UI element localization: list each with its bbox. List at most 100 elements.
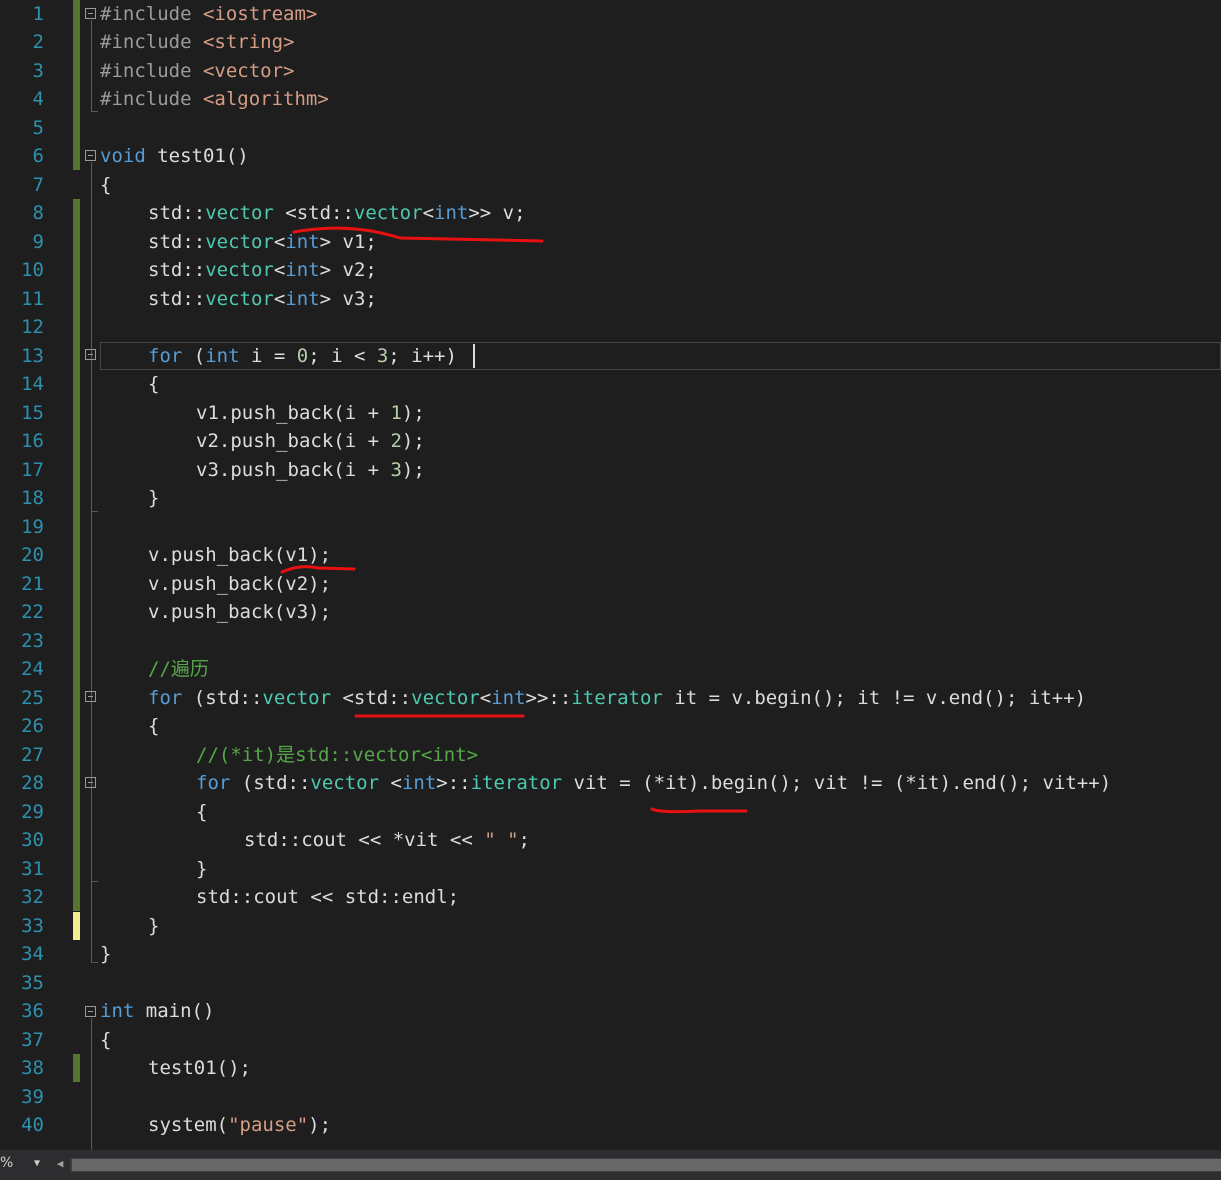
line-number: 7 — [32, 174, 44, 196]
code-line[interactable]: { — [100, 1026, 111, 1054]
code-line[interactable]: } — [196, 855, 207, 883]
code-line[interactable]: std::vector<int> v1; — [148, 228, 377, 256]
keyword: int — [285, 259, 320, 281]
code-line[interactable]: } — [148, 484, 159, 512]
code-line[interactable]: v3.push_back(i + 3); — [196, 456, 425, 484]
code-text: std:: — [148, 259, 206, 281]
code-text: > v3; — [319, 288, 377, 310]
keyword: int — [434, 202, 469, 224]
type-name: vector — [205, 288, 274, 310]
collapse-toggle-icon[interactable] — [85, 8, 96, 19]
code-text: v3.push_back(i + — [196, 459, 391, 481]
line-number: 20 — [21, 544, 44, 566]
line-number: 12 — [21, 316, 44, 338]
line-number: 15 — [21, 402, 44, 424]
brace: { — [100, 174, 112, 196]
code-line[interactable]: v1.push_back(i + 1); — [196, 399, 425, 427]
line-number: 3 — [32, 60, 44, 82]
code-line[interactable]: v2.push_back(i + 2); — [196, 427, 425, 455]
code-text: std:: — [148, 231, 206, 253]
line-number: 22 — [21, 601, 44, 623]
code-text: v1.push_back(i + — [196, 402, 391, 424]
code-text: ; i++) — [388, 345, 457, 367]
type-name: vector — [205, 259, 274, 281]
keyword: void — [100, 145, 146, 167]
keyword: for — [148, 687, 183, 709]
code-text: i = — [239, 345, 297, 367]
code-line[interactable]: #include <vector> — [100, 57, 294, 85]
line-number: 18 — [21, 487, 44, 509]
line-number: 40 — [21, 1114, 44, 1136]
code-line[interactable]: #include <string> — [100, 28, 294, 56]
code-line[interactable]: system("pause"); — [148, 1111, 331, 1139]
code-line[interactable]: test01(); — [148, 1054, 251, 1082]
line-number: 9 — [32, 231, 44, 253]
code-line[interactable]: std::vector <std::vector<int>> v; — [148, 199, 526, 227]
code-line[interactable]: #include <iostream> — [100, 0, 317, 28]
type-name: vector — [411, 687, 480, 709]
number-literal: 2 — [390, 430, 402, 452]
code-text: ); — [401, 430, 425, 452]
code-line[interactable]: void test01() — [100, 142, 249, 170]
change-indicator — [73, 912, 80, 940]
code-line[interactable]: std::vector<int> v3; — [148, 285, 377, 313]
code-line[interactable]: v.push_back(v2); — [148, 570, 331, 598]
code-line[interactable]: v.push_back(v3); — [148, 598, 331, 626]
code-line[interactable]: { — [148, 712, 159, 740]
caret-down-icon[interactable]: ▼ — [30, 1156, 44, 1172]
line-number: 1 — [32, 3, 44, 25]
preprocessor-directive: #include — [100, 60, 192, 82]
keyword: int — [285, 288, 320, 310]
keyword: for — [148, 345, 183, 367]
code-line[interactable]: v.push_back(v1); — [148, 541, 331, 569]
type-name: vector — [205, 231, 274, 253]
keyword: int — [100, 1000, 135, 1022]
code-line[interactable]: #include <algorithm> — [100, 85, 329, 113]
arrow-left-icon[interactable]: ◀ — [54, 1156, 66, 1172]
code-comment: //遍历 — [148, 658, 209, 680]
collapse-toggle-icon[interactable] — [85, 349, 96, 360]
line-number: 8 — [32, 202, 44, 224]
code-line[interactable]: //(*it)是std::vector<int> — [196, 741, 478, 769]
number-literal: 3 — [376, 345, 389, 367]
code-line[interactable]: } — [148, 912, 159, 940]
code-text: vit = (*it).begin(); vit != (*it).end();… — [562, 772, 1112, 794]
line-number: 24 — [21, 658, 44, 680]
collapse-toggle-icon[interactable] — [85, 777, 96, 788]
code-line[interactable]: { — [148, 370, 159, 398]
line-number: 16 — [21, 430, 44, 452]
string-literal: "pause" — [228, 1114, 309, 1136]
code-line[interactable]: for (std::vector <int>::iterator vit = (… — [196, 769, 1111, 797]
line-number: 33 — [21, 915, 44, 937]
code-line[interactable]: std::vector<int> v2; — [148, 256, 377, 284]
collapse-toggle-icon[interactable] — [85, 1006, 96, 1017]
collapse-toggle-icon[interactable] — [85, 150, 96, 161]
outline-guide — [91, 511, 98, 512]
code-line[interactable]: int main() — [100, 997, 214, 1025]
code-line[interactable]: for (std::vector <std::vector<int>>::ite… — [148, 684, 1086, 712]
type-name: iterator — [571, 687, 663, 709]
code-line[interactable]: { — [196, 798, 207, 826]
scrollbar-thumb[interactable] — [72, 1159, 1221, 1171]
code-text: std:: — [148, 202, 206, 224]
code-line[interactable]: { — [100, 171, 111, 199]
code-text: v2.push_back(i + — [196, 430, 391, 452]
code-line[interactable]: //遍历 — [148, 655, 209, 683]
code-text: ; — [518, 829, 530, 851]
brace: { — [100, 1029, 112, 1051]
collapse-toggle-icon[interactable] — [85, 691, 96, 702]
type-name: vector — [353, 202, 423, 224]
change-indicator — [73, 142, 80, 170]
code-line[interactable]: for (int i = 0; i < 3; i++) — [148, 342, 457, 370]
code-editor[interactable]: 1 2 3 4 5 6 7 8 9 10 11 12 13 14 15 16 1… — [0, 0, 1221, 1150]
preprocessor-directive: #include — [100, 3, 192, 25]
code-text: v.push_back(v3); — [148, 601, 332, 623]
line-number: 14 — [21, 373, 44, 395]
brace: } — [148, 915, 160, 937]
zoom-level[interactable]: % — [0, 1155, 13, 1171]
code-text: it = v.begin(); it != v.end(); it++) — [662, 687, 1087, 709]
code-text: std:: — [148, 288, 206, 310]
code-line[interactable]: } — [100, 940, 111, 968]
code-line[interactable]: std::cout << *vit << " "; — [244, 826, 530, 854]
code-line[interactable]: std::cout << std::endl; — [196, 883, 459, 911]
